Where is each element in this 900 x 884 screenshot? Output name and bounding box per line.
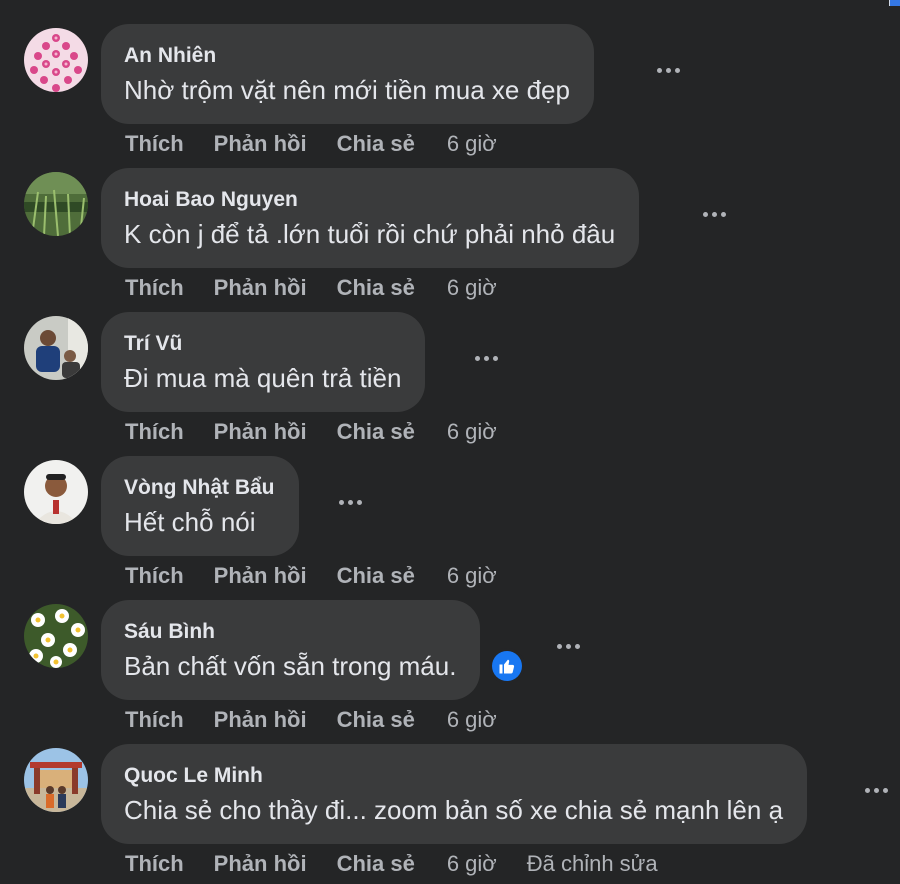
edited-label[interactable]: Đã chỉnh sửa [527, 851, 658, 876]
comment-item: Sáu Bình Bản chất vốn sẵn trong máu. Thí… [24, 600, 900, 744]
comment-bubble: An Nhiên Nhờ trộm vặt nên mới tiền mua x… [101, 24, 594, 124]
comment-bubble: Sáu Bình Bản chất vốn sẵn trong máu. [101, 600, 481, 700]
share-button[interactable]: Chia sẻ [337, 275, 415, 300]
window-corner-marker [889, 0, 900, 6]
avatar[interactable] [24, 604, 88, 668]
comment-actions: Thích Phản hồi Chia sẻ 6 giờ Đã chỉnh sửa [125, 851, 658, 877]
reply-button[interactable]: Phản hồi [214, 131, 307, 156]
reply-button[interactable]: Phản hồi [214, 419, 307, 444]
reply-button[interactable]: Phản hồi [214, 563, 307, 588]
comment-bubble: Quoc Le Minh Chia sẻ cho thầy đi... zoom… [101, 744, 808, 844]
comment-text: Hết chỗ nói [124, 507, 256, 537]
like-button[interactable]: Thích [125, 707, 184, 732]
avatar[interactable] [24, 316, 88, 380]
comment-item: Quoc Le Minh Chia sẻ cho thầy đi... zoom… [24, 744, 900, 884]
like-button[interactable]: Thích [125, 275, 184, 300]
comment-item: Trí Vũ Đi mua mà quên trả tiền Thích Phản… [24, 312, 900, 456]
like-button[interactable]: Thích [125, 563, 184, 588]
share-button[interactable]: Chia sẻ [337, 707, 415, 732]
comment-thread: An Nhiên Nhờ trộm vặt nên mới tiền mua x… [0, 0, 900, 884]
comment-text: Chia sẻ cho thầy đi... zoom bản số xe ch… [124, 795, 784, 825]
more-options-icon[interactable] [330, 490, 370, 514]
share-button[interactable]: Chia sẻ [337, 563, 415, 588]
comment-timestamp[interactable]: 6 giờ [447, 131, 497, 156]
more-options-icon[interactable] [548, 634, 588, 658]
more-options-icon[interactable] [648, 58, 688, 82]
comment-text: Bản chất vốn sẵn trong máu. [124, 651, 457, 681]
comment-author[interactable]: An Nhiên [124, 43, 570, 69]
share-button[interactable]: Chia sẻ [337, 131, 415, 156]
comment-actions: Thích Phản hồi Chia sẻ 6 giờ [125, 419, 497, 445]
comment-author[interactable]: Sáu Bình [124, 619, 456, 645]
comment-timestamp[interactable]: 6 giờ [447, 851, 497, 876]
comment-bubble: Hoai Bao Nguyen K còn j để tả .lớn tuổi … [101, 168, 640, 268]
comment-timestamp[interactable]: 6 giờ [447, 707, 497, 732]
comment-bubble: Vòng Nhật Bẩu Hết chỗ nói [101, 456, 299, 556]
reply-button[interactable]: Phản hồi [214, 707, 307, 732]
avatar[interactable] [24, 172, 88, 236]
reply-button[interactable]: Phản hồi [214, 851, 307, 876]
like-reaction-icon[interactable] [489, 648, 525, 684]
share-button[interactable]: Chia sẻ [337, 419, 415, 444]
comment-actions: Thích Phản hồi Chia sẻ 6 giờ [125, 707, 497, 733]
avatar[interactable] [24, 460, 88, 524]
comment-item: Hoai Bao Nguyen K còn j để tả .lớn tuổi … [24, 168, 900, 312]
reply-button[interactable]: Phản hồi [214, 275, 307, 300]
comment-text: K còn j để tả .lớn tuổi rồi chứ phải nhỏ… [124, 219, 616, 249]
comment-item: Vòng Nhật Bẩu Hết chỗ nói Thích Phản hồi C… [24, 456, 900, 600]
comment-author[interactable]: Trí Vũ [124, 331, 401, 357]
comment-actions: Thích Phản hồi Chia sẻ 6 giờ [125, 563, 497, 589]
comment-bubble: Trí Vũ Đi mua mà quên trả tiền [101, 312, 426, 412]
like-button[interactable]: Thích [125, 851, 184, 876]
comment-timestamp[interactable]: 6 giờ [447, 275, 497, 300]
comment-actions: Thích Phản hồi Chia sẻ 6 giờ [125, 131, 497, 157]
comment-text: Đi mua mà quên trả tiền [124, 363, 402, 393]
more-options-icon[interactable] [466, 346, 506, 370]
comment-author[interactable]: Vòng Nhật Bẩu [124, 475, 275, 501]
comment-author[interactable]: Hoai Bao Nguyen [124, 187, 615, 213]
comment-actions: Thích Phản hồi Chia sẻ 6 giờ [125, 275, 497, 301]
comment-timestamp[interactable]: 6 giờ [447, 563, 497, 588]
comment-text: Nhờ trộm vặt nên mới tiền mua xe đẹp [124, 75, 570, 105]
more-options-icon[interactable] [856, 778, 896, 802]
more-options-icon[interactable] [694, 202, 734, 226]
like-button[interactable]: Thích [125, 131, 184, 156]
avatar[interactable] [24, 748, 88, 812]
share-button[interactable]: Chia sẻ [337, 851, 415, 876]
comment-author[interactable]: Quoc Le Minh [124, 763, 783, 789]
comment-item: An Nhiên Nhờ trộm vặt nên mới tiền mua x… [24, 24, 900, 168]
comment-timestamp[interactable]: 6 giờ [447, 419, 497, 444]
like-button[interactable]: Thích [125, 419, 184, 444]
avatar[interactable] [24, 28, 88, 92]
